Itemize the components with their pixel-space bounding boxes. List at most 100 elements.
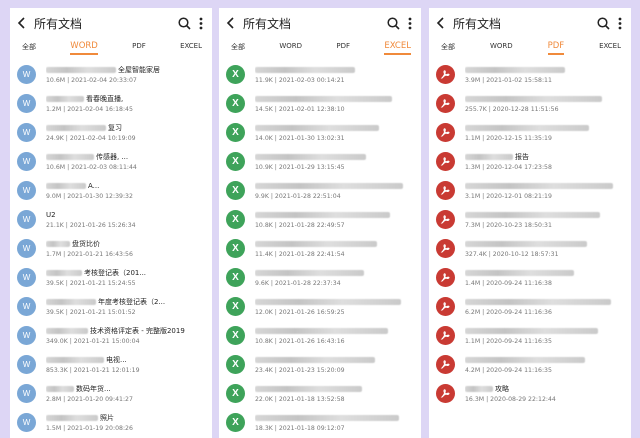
tab-pdf[interactable]: PDF	[132, 42, 146, 54]
file-row[interactable]: 7.3M | 2020-10-23 18:50:31	[429, 205, 631, 234]
word-file-icon: W	[17, 181, 36, 200]
file-meta-text: 22.0K | 2021-01-18 13:52:58	[255, 396, 345, 403]
file-size-date: 10.6M | 2021-02-03 08:11:44	[46, 164, 212, 171]
file-row[interactable]: 255.7K | 2020-12-28 11:51:56	[429, 89, 631, 118]
tab-pdf[interactable]: PDF	[336, 42, 350, 54]
file-row[interactable]: W 电视... 853.3K | 2021-01-21 12:01:19	[10, 350, 212, 379]
tab-excel[interactable]: EXCEL	[180, 42, 202, 54]
file-row[interactable]: X 22.0K | 2021-01-18 13:52:58	[219, 379, 421, 408]
more-vertical-icon[interactable]	[196, 15, 206, 31]
excel-file-icon: X	[226, 355, 245, 374]
file-row[interactable]: X 10.9K | 2021-01-29 13:15:45	[219, 147, 421, 176]
tab-all[interactable]: 全部	[231, 42, 245, 56]
file-row[interactable]: 327.4K | 2020-10-12 18:57:31	[429, 234, 631, 263]
tab-excel[interactable]: EXCEL	[384, 41, 411, 55]
redacted-name	[255, 154, 366, 160]
file-row[interactable]: 3.1M | 2020-12-01 08:21:19	[429, 176, 631, 205]
file-size-date: 1.1M | 2020-12-15 11:35:19	[465, 135, 631, 142]
tab-word[interactable]: WORD	[490, 42, 513, 54]
more-vertical-icon[interactable]	[615, 15, 625, 31]
file-info: 23.4K | 2021-01-23 15:20:09	[255, 355, 421, 374]
file-row[interactable]: X 12.0K | 2021-01-26 16:59:25	[219, 292, 421, 321]
file-row[interactable]: X 9.9K | 2021-01-28 22:51:04	[219, 176, 421, 205]
file-size-date: 23.4K | 2021-01-23 15:20:09	[255, 367, 421, 374]
page-title: 所有文档	[243, 16, 292, 31]
file-size-date: 24.9K | 2021-02-04 10:19:09	[46, 135, 212, 142]
tab-excel[interactable]: EXCEL	[599, 42, 621, 54]
file-name	[255, 94, 421, 104]
file-name	[465, 181, 631, 191]
file-row[interactable]: 1.1M | 2020-09-24 11:16:35	[429, 321, 631, 350]
search-icon[interactable]	[595, 15, 611, 31]
file-meta-text: 3.9M | 2021-01-02 15:58:11	[465, 77, 552, 84]
file-row[interactable]: X 14.0K | 2021-01-30 13:02:31	[219, 118, 421, 147]
file-row[interactable]: W 盘货比价 1.7M | 2021-01-21 16:43:56	[10, 234, 212, 263]
search-icon[interactable]	[385, 15, 401, 31]
file-row[interactable]: X 10.8K | 2021-01-28 22:49:57	[219, 205, 421, 234]
file-meta-text: 11.9K | 2021-02-03 00:14:21	[255, 77, 345, 84]
tab-all[interactable]: 全部	[22, 42, 36, 56]
file-meta-text: 6.2M | 2020-09-24 11:16:36	[465, 309, 552, 316]
file-icon-glyph: X	[232, 359, 239, 370]
tab-word[interactable]: WORD	[279, 42, 302, 54]
file-type-tabs: 全部 WORD PDF EXCEL	[219, 38, 421, 60]
excel-file-icon: X	[226, 413, 245, 432]
file-row[interactable]: X 9.6K | 2021-01-28 22:37:34	[219, 263, 421, 292]
file-row[interactable]: 1.4M | 2020-09-24 11:16:38	[429, 263, 631, 292]
file-name: 技术资格评定表 - 完整版2019	[46, 326, 212, 336]
file-icon-glyph: X	[232, 214, 239, 225]
file-info: 报告 1.3M | 2020-12-04 17:23:58	[465, 152, 631, 171]
excel-file-icon: X	[226, 384, 245, 403]
search-icon[interactable]	[176, 15, 192, 31]
file-info: 3.9M | 2021-01-02 15:58:11	[465, 65, 631, 84]
more-vertical-icon[interactable]	[405, 15, 415, 31]
file-row[interactable]: 1.1M | 2020-12-15 11:35:19	[429, 118, 631, 147]
file-icon-glyph: X	[232, 301, 239, 312]
file-meta-text: 10.8K | 2021-01-26 16:43:16	[255, 338, 345, 345]
word-file-icon: W	[17, 384, 36, 403]
file-row[interactable]: W 照片 1.5M | 2021-01-19 20:08:26	[10, 408, 212, 437]
file-row[interactable]: W 复习 24.9K | 2021-02-04 10:19:09	[10, 118, 212, 147]
file-row[interactable]: W 数码年货... 2.8M | 2021-01-20 09:41:27	[10, 379, 212, 408]
file-size-date: 10.9K | 2021-01-29 13:15:45	[255, 164, 421, 171]
file-row[interactable]: W 全屋智能家居 10.6M | 2021-02-04 20:33:07	[10, 60, 212, 89]
file-name	[255, 210, 421, 220]
tab-word[interactable]: WORD	[70, 41, 98, 55]
word-file-icon: W	[17, 355, 36, 374]
file-row[interactable]: X 23.4K | 2021-01-23 15:20:09	[219, 350, 421, 379]
excel-file-icon: X	[226, 123, 245, 142]
file-row[interactable]: 报告 1.3M | 2020-12-04 17:23:58	[429, 147, 631, 176]
file-row[interactable]: X 18.3K | 2021-01-18 09:12:07	[219, 408, 421, 437]
file-row[interactable]: W A... 9.0M | 2021-01-30 12:39:32	[10, 176, 212, 205]
file-row[interactable]: W U2 21.1K | 2021-01-26 15:26:34	[10, 205, 212, 234]
file-info: 盘货比价 1.7M | 2021-01-21 16:43:56	[46, 239, 212, 258]
file-row[interactable]: 6.2M | 2020-09-24 11:16:36	[429, 292, 631, 321]
file-row[interactable]: 4.2M | 2020-09-24 11:16:35	[429, 350, 631, 379]
file-info: 14.0K | 2021-01-30 13:02:31	[255, 123, 421, 142]
file-info: 9.6K | 2021-01-28 22:37:34	[255, 268, 421, 287]
back-arrow-icon[interactable]	[14, 15, 30, 31]
file-row[interactable]: X 11.4K | 2021-01-28 22:41:54	[219, 234, 421, 263]
file-row[interactable]: X 14.5K | 2021-02-01 12:38:10	[219, 89, 421, 118]
file-row[interactable]: X 11.9K | 2021-02-03 00:14:21	[219, 60, 421, 89]
tab-all[interactable]: 全部	[441, 42, 455, 56]
file-meta-text: 14.5K | 2021-02-01 12:38:10	[255, 106, 345, 113]
file-row[interactable]: X 10.8K | 2021-01-26 16:43:16	[219, 321, 421, 350]
redacted-name	[46, 386, 74, 392]
file-size-date: 16.3M | 2020-08-29 22:12:44	[465, 396, 631, 403]
file-info: 数码年货... 2.8M | 2021-01-20 09:41:27	[46, 384, 212, 403]
back-arrow-icon[interactable]	[223, 15, 239, 31]
redacted-name	[465, 328, 598, 334]
file-meta-text: 12.0K | 2021-01-26 16:59:25	[255, 309, 345, 316]
file-row[interactable]: W 技术资格评定表 - 完整版2019 349.0K | 2021-01-21 15…	[10, 321, 212, 350]
file-row[interactable]: 3.9M | 2021-01-02 15:58:11	[429, 60, 631, 89]
file-row[interactable]: W 看春晚直播, 1.2M | 2021-02-04 16:18:45	[10, 89, 212, 118]
file-row[interactable]: W 年度考核登记表（2... 39.5K | 2021-01-21 15:01:52	[10, 292, 212, 321]
tab-pdf[interactable]: PDF	[547, 41, 564, 55]
pdf-file-icon	[436, 268, 455, 287]
file-row[interactable]: W 传感器, ... 10.6M | 2021-02-03 08:11:44	[10, 147, 212, 176]
back-arrow-icon[interactable]	[433, 15, 449, 31]
file-icon-glyph: X	[232, 330, 239, 341]
file-row[interactable]: W 考核登记表（201... 39.5K | 2021-01-21 15:24:55	[10, 263, 212, 292]
file-row[interactable]: 攻略 16.3M | 2020-08-29 22:12:44	[429, 379, 631, 408]
